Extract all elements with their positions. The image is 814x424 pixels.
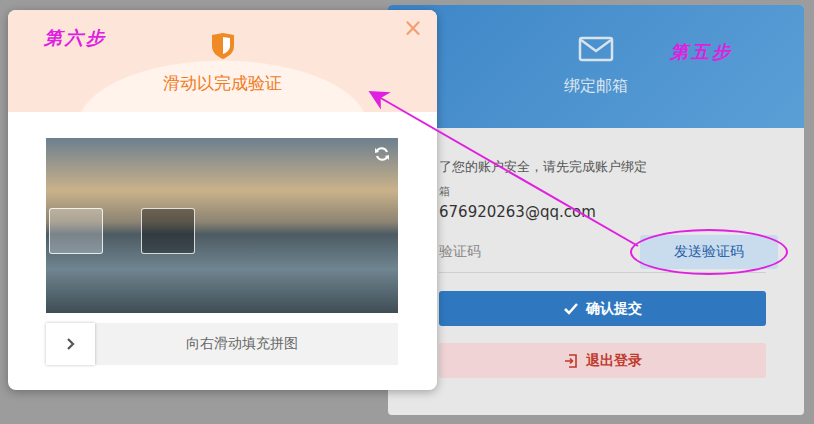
chevron-right-icon: [66, 337, 76, 351]
step-label: 第六步: [44, 26, 107, 50]
puzzle-hole: [141, 208, 195, 254]
bind-email-card: 绑定邮箱 第五步 了您的账户安全，请先完成账户绑定 箱 676920263@qq…: [388, 5, 804, 415]
code-row: 验证码 发送验证码: [439, 235, 766, 273]
send-code-button[interactable]: 发送验证码: [640, 235, 778, 269]
code-input[interactable]: 验证码: [439, 243, 630, 261]
slider-track: 向右滑动填充拼图: [46, 323, 398, 365]
send-wrap: 发送验证码: [640, 235, 778, 269]
slider-handle[interactable]: [46, 323, 95, 365]
submit-button[interactable]: 确认提交: [439, 291, 766, 326]
email-label: 箱: [439, 184, 766, 199]
close-button[interactable]: ×: [403, 14, 423, 42]
card-body: 了您的账户安全，请先完成账户绑定 箱 676920263@qq.com 验证码 …: [388, 128, 804, 378]
notice-text: 了您的账户安全，请先完成账户绑定: [439, 158, 766, 176]
logout-button[interactable]: 退出登录: [439, 343, 766, 378]
shield-icon: [210, 32, 236, 60]
card-header: 绑定邮箱 第五步: [388, 5, 804, 128]
modal-body: 向右滑动填充拼图: [8, 112, 437, 365]
modal-title: 滑动以完成验证: [163, 72, 282, 95]
envelope-icon: [578, 36, 614, 62]
screen: 绑定邮箱 第五步 了您的账户安全，请先完成账户绑定 箱 676920263@qq…: [0, 0, 814, 424]
check-icon: [564, 303, 578, 315]
modal-header: 第六步 × 滑动以完成验证: [8, 10, 437, 112]
card-title: 绑定邮箱: [564, 76, 628, 97]
highlight-ellipse: [630, 229, 788, 275]
slider-hint: 向右滑动填充拼图: [146, 335, 298, 353]
exit-icon: [564, 354, 578, 368]
puzzle-piece[interactable]: [49, 208, 103, 254]
annotation-arrow-icon: [0, 0, 814, 424]
puzzle-picture: [46, 138, 398, 313]
verify-modal: 第六步 × 滑动以完成验证 向右滑动填充拼图: [8, 10, 437, 390]
email-value: 676920263@qq.com: [439, 203, 766, 221]
step-label: 第五步: [670, 40, 733, 64]
refresh-icon[interactable]: [374, 146, 390, 162]
